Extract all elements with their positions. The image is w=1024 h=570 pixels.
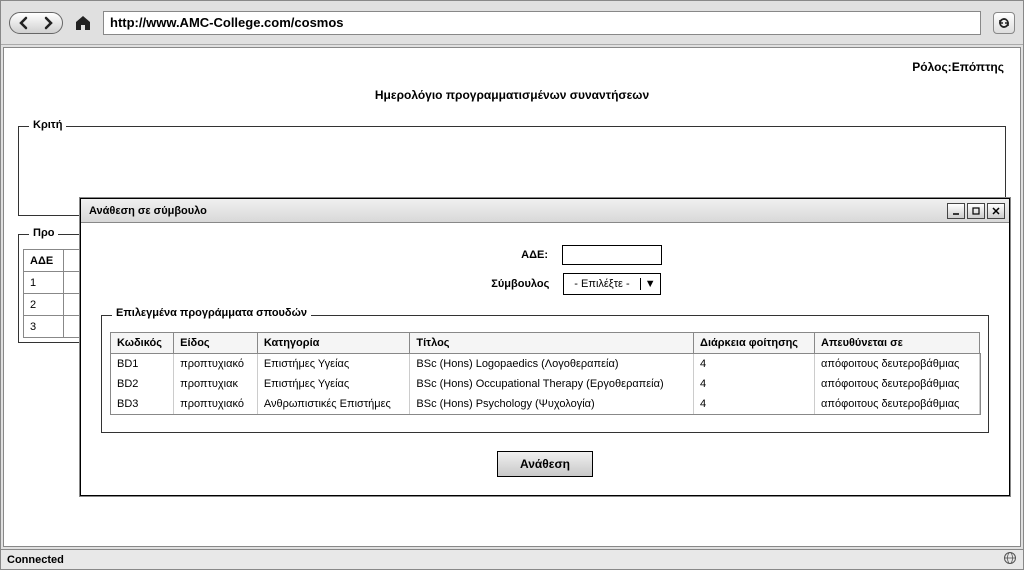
chevron-down-icon[interactable]: ▼ <box>640 278 660 290</box>
ade-label: ΑΔΕ: <box>428 249 548 261</box>
consultant-selected-value: - Επιλέξτε - <box>564 278 639 290</box>
dialog-body: ΑΔΕ: Σύμβουλος - Επιλέξτε - ▼ Επιλεγμένα… <box>81 223 1009 495</box>
url-bar[interactable]: http://www.AMC-College.com/cosmos <box>103 11 981 35</box>
dialog-title: Ανάθεση σε σύμβουλο <box>89 205 207 217</box>
close-button[interactable] <box>987 203 1005 219</box>
col-duration: Διάρκεια φοίτησης <box>694 333 815 354</box>
back-button[interactable] <box>14 15 34 31</box>
role-indicator: Ρόλος:Επόπτης <box>14 56 1010 78</box>
programs-table: Κωδικός Είδος Κατηγορία Τίτλος Διάρκεια … <box>110 332 980 414</box>
programs-fieldset: Επιλεγμένα προγράμματα σπουδών Κωδικός Ε… <box>101 315 989 433</box>
window-controls <box>947 203 1005 219</box>
role-value: Επόπτης <box>952 60 1004 74</box>
table-row[interactable]: BD1 προπτυχιακό Επιστήμες Υγείας BSc (Ho… <box>111 354 980 375</box>
assign-dialog: Ανάθεση σε σύμβουλο ΑΔΕ: <box>80 198 1010 496</box>
col-title: Τίτλος <box>410 333 694 354</box>
browser-toolbar: http://www.AMC-College.com/cosmos <box>1 1 1023 45</box>
list-legend: Προ <box>29 227 58 239</box>
criteria-legend: Κριτή <box>29 119 66 131</box>
col-category: Κατηγορία <box>257 333 410 354</box>
role-label: Ρόλος: <box>912 60 951 74</box>
consultant-select[interactable]: - Επιλέξτε - ▼ <box>563 273 660 295</box>
consultant-label: Σύμβουλος <box>429 278 549 290</box>
status-bar: Connected <box>1 549 1023 569</box>
maximize-button[interactable] <box>967 203 985 219</box>
page-content: Ρόλος:Επόπτης Ημερολόγιο προγραμματισμέν… <box>3 47 1021 547</box>
bg-col-header: ΑΔΕ <box>24 250 64 272</box>
col-kind: Είδος <box>174 333 258 354</box>
forward-button[interactable] <box>38 15 58 31</box>
assign-button[interactable]: Ανάθεση <box>497 451 593 477</box>
col-code: Κωδικός <box>111 333 174 354</box>
minimize-button[interactable] <box>947 203 965 219</box>
home-button[interactable] <box>69 13 97 33</box>
reload-button[interactable] <box>993 12 1015 34</box>
page-title: Ημερολόγιο προγραμματισμένων συναντήσεων <box>14 78 1010 120</box>
programs-legend: Επιλεγμένα προγράμματα σπουδών <box>112 307 311 319</box>
ade-input[interactable] <box>562 245 662 265</box>
table-row[interactable]: BD3 προπτυχιακό Ανθρωπιστικές Επιστήμες … <box>111 394 980 414</box>
globe-icon <box>1003 551 1017 568</box>
dialog-titlebar[interactable]: Ανάθεση σε σύμβουλο <box>81 199 1009 223</box>
nav-back-forward <box>9 12 63 34</box>
browser-window: http://www.AMC-College.com/cosmos Ρόλος:… <box>0 0 1024 570</box>
table-row[interactable]: BD2 προπτυχιακ Επιστήμες Υγείας BSc (Hon… <box>111 374 980 394</box>
col-target: Απευθύνεται σε <box>815 333 980 354</box>
status-text: Connected <box>7 554 64 566</box>
